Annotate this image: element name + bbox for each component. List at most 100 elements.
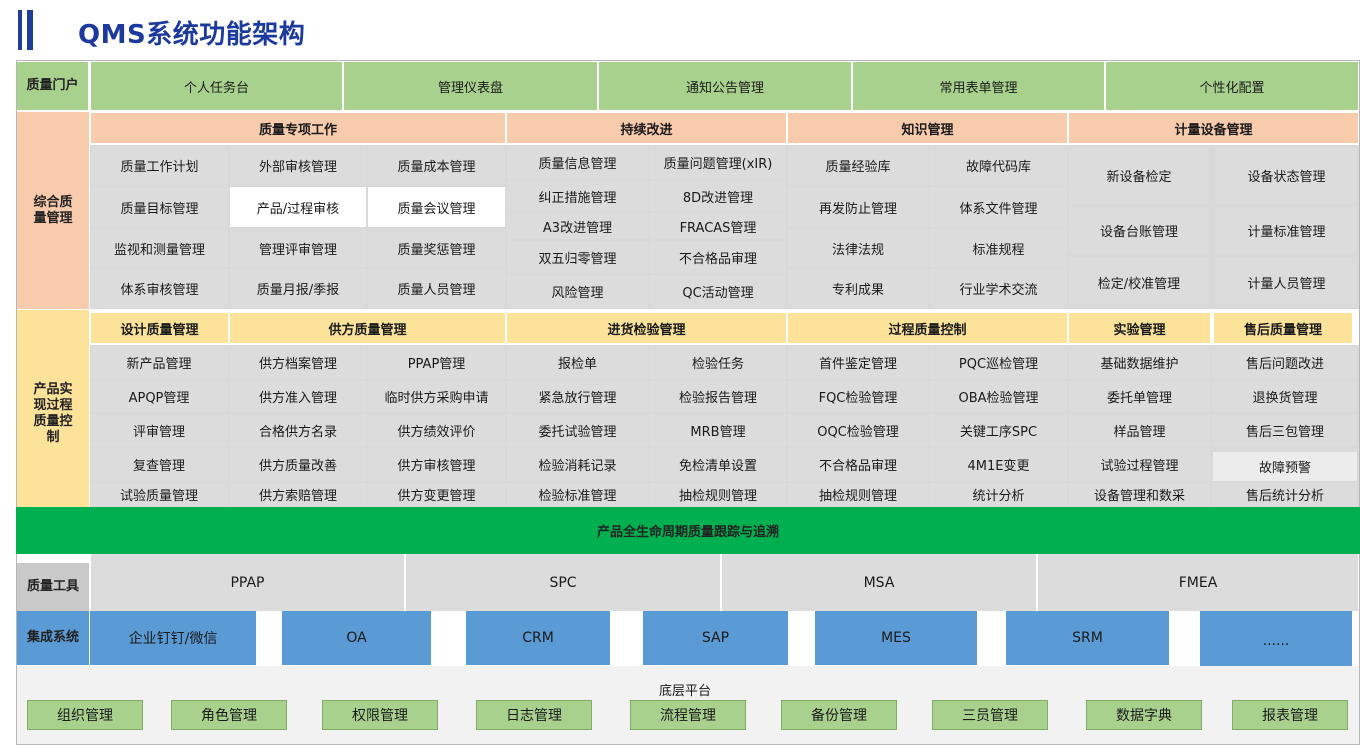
platform-item: 角色管理 bbox=[171, 700, 287, 730]
group-header: 进货检验管理 bbox=[507, 313, 786, 343]
module-cell: 供方变更管理 bbox=[368, 483, 505, 506]
module-cell: 基础数据维护 bbox=[1069, 346, 1210, 379]
module-cell: 抽检规则管理 bbox=[650, 483, 786, 506]
module-cell: 质量月报/季报 bbox=[230, 269, 366, 308]
module-cell: 设备管理和数采 bbox=[1069, 483, 1210, 506]
module-cell: 设备台账管理 bbox=[1069, 207, 1209, 253]
platform-item: 日志管理 bbox=[476, 700, 592, 730]
group-header: 计量设备管理 bbox=[1069, 113, 1358, 143]
module-cell: 风险管理 bbox=[507, 275, 648, 308]
module-cell: 标准规程 bbox=[930, 229, 1067, 267]
module-cell: 再发防止管理 bbox=[788, 187, 928, 227]
module-cell: 质量人员管理 bbox=[368, 269, 505, 308]
module-cell: QC活动管理 bbox=[650, 275, 786, 308]
tool-item: PPAP bbox=[91, 554, 404, 611]
group-header: 设计质量管理 bbox=[91, 313, 228, 343]
module-cell: 质量成本管理 bbox=[368, 146, 505, 185]
module-cell: OBA检验管理 bbox=[930, 381, 1067, 412]
platform-item: 权限管理 bbox=[322, 700, 438, 730]
portal-item: 个人任务台 bbox=[91, 62, 342, 110]
module-cell: 检验报告管理 bbox=[650, 381, 786, 412]
module-cell: 双五归零管理 bbox=[507, 241, 648, 273]
module-cell: 售后三包管理 bbox=[1213, 414, 1357, 446]
module-cell: 计量人员管理 bbox=[1216, 257, 1357, 307]
module-cell: PQC巡检管理 bbox=[930, 346, 1067, 379]
module-cell: 质量经验库 bbox=[788, 146, 928, 185]
module-cell: 委托单管理 bbox=[1069, 381, 1210, 412]
module-cell: 专利成果 bbox=[788, 269, 928, 308]
module-cell: 关键工序SPC bbox=[930, 414, 1067, 446]
module-cell: 试验质量管理 bbox=[91, 483, 227, 506]
integration-label: 集成系统 bbox=[17, 611, 89, 665]
portal-item: 常用表单管理 bbox=[853, 62, 1104, 110]
module-cell: 检定/校准管理 bbox=[1069, 257, 1209, 307]
integration-item: CRM bbox=[466, 611, 610, 665]
module-cell: 外部审核管理 bbox=[230, 146, 366, 185]
title-bar-right bbox=[27, 10, 33, 50]
module-cell: 质量奖惩管理 bbox=[368, 229, 505, 267]
platform-item: 三员管理 bbox=[932, 700, 1048, 730]
platform-item: 数据字典 bbox=[1086, 700, 1202, 730]
module-cell: 质量信息管理 bbox=[507, 146, 648, 179]
module-cell: 试验过程管理 bbox=[1069, 448, 1210, 481]
module-cell: 委托试验管理 bbox=[507, 414, 648, 446]
module-cell: 故障预警 bbox=[1213, 452, 1357, 481]
module-cell: 统计分析 bbox=[930, 483, 1067, 506]
module-cell: 质量目标管理 bbox=[91, 187, 228, 227]
module-cell: 首件鉴定管理 bbox=[788, 346, 928, 379]
module-cell: 质量问题管理(xIR) bbox=[650, 146, 786, 179]
module-cell: 评审管理 bbox=[91, 414, 227, 446]
title-bar-left bbox=[18, 10, 22, 50]
module-cell: 合格供方名录 bbox=[230, 414, 366, 446]
tool-item: FMEA bbox=[1038, 554, 1358, 611]
module-cell: 故障代码库 bbox=[930, 146, 1067, 185]
module-cell: 售后统计分析 bbox=[1213, 483, 1357, 506]
module-cell: 售后问题改进 bbox=[1213, 346, 1357, 379]
module-cell: 监视和测量管理 bbox=[91, 229, 228, 267]
module-cell: 样品管理 bbox=[1069, 414, 1210, 446]
module-cell: FRACAS管理 bbox=[650, 213, 786, 239]
portal-label: 质量门户 bbox=[17, 62, 89, 110]
module-cell: 体系审核管理 bbox=[91, 269, 228, 308]
module-cell: 管理评审管理 bbox=[230, 229, 366, 267]
module-cell: 新产品管理 bbox=[91, 346, 227, 379]
module-cell: A3改进管理 bbox=[507, 213, 648, 239]
module-cell: 供方绩效评价 bbox=[368, 414, 505, 446]
module-cell: 临时供方采购申请 bbox=[368, 381, 505, 412]
module-cell: 供方准入管理 bbox=[230, 381, 366, 412]
comprehensive-label: 综合质量管理 bbox=[17, 112, 89, 309]
module-cell: 免检清单设置 bbox=[650, 448, 786, 481]
module-cell: 供方索赔管理 bbox=[230, 483, 366, 506]
module-cell: 质量会议管理 bbox=[368, 187, 505, 227]
integration-item: ...... bbox=[1200, 611, 1352, 670]
group-header: 知识管理 bbox=[788, 113, 1067, 143]
module-cell: 抽检规则管理 bbox=[788, 483, 928, 506]
module-cell: 紧急放行管理 bbox=[507, 381, 648, 412]
portal-item: 个性化配置 bbox=[1106, 62, 1358, 110]
group-header: 质量专项工作 bbox=[91, 113, 505, 143]
module-cell: OQC检验管理 bbox=[788, 414, 928, 446]
integration-item: SRM bbox=[1006, 611, 1169, 665]
module-cell: 供方质量改善 bbox=[230, 448, 366, 481]
module-cell: 4M1E变更 bbox=[930, 448, 1067, 481]
integration-item: OA bbox=[282, 611, 431, 665]
module-cell: 体系文件管理 bbox=[930, 187, 1067, 227]
lifecycle-banner: 产品全生命周期质量跟踪与追溯 bbox=[16, 507, 1360, 554]
module-cell: FQC检验管理 bbox=[788, 381, 928, 412]
module-cell: 检验任务 bbox=[650, 346, 786, 379]
module-cell: 检验消耗记录 bbox=[507, 448, 648, 481]
module-cell: MRB管理 bbox=[650, 414, 786, 446]
group-header: 持续改进 bbox=[507, 113, 786, 143]
module-cell: 新设备检定 bbox=[1069, 147, 1209, 203]
platform-item: 备份管理 bbox=[781, 700, 897, 730]
integration-item: SAP bbox=[643, 611, 788, 665]
page-title: QMS系统功能架构 bbox=[78, 20, 306, 50]
module-cell: 设备状态管理 bbox=[1216, 147, 1357, 203]
module-cell: 8D改进管理 bbox=[650, 181, 786, 211]
module-cell: 不合格品审理 bbox=[788, 448, 928, 481]
module-cell: 产品/过程审核 bbox=[230, 187, 366, 227]
module-cell: APQP管理 bbox=[91, 381, 227, 412]
module-cell: 纠正措施管理 bbox=[507, 181, 648, 211]
module-cell: 供方档案管理 bbox=[230, 346, 366, 379]
product-label: 产品实现过程质量控制 bbox=[17, 310, 89, 517]
